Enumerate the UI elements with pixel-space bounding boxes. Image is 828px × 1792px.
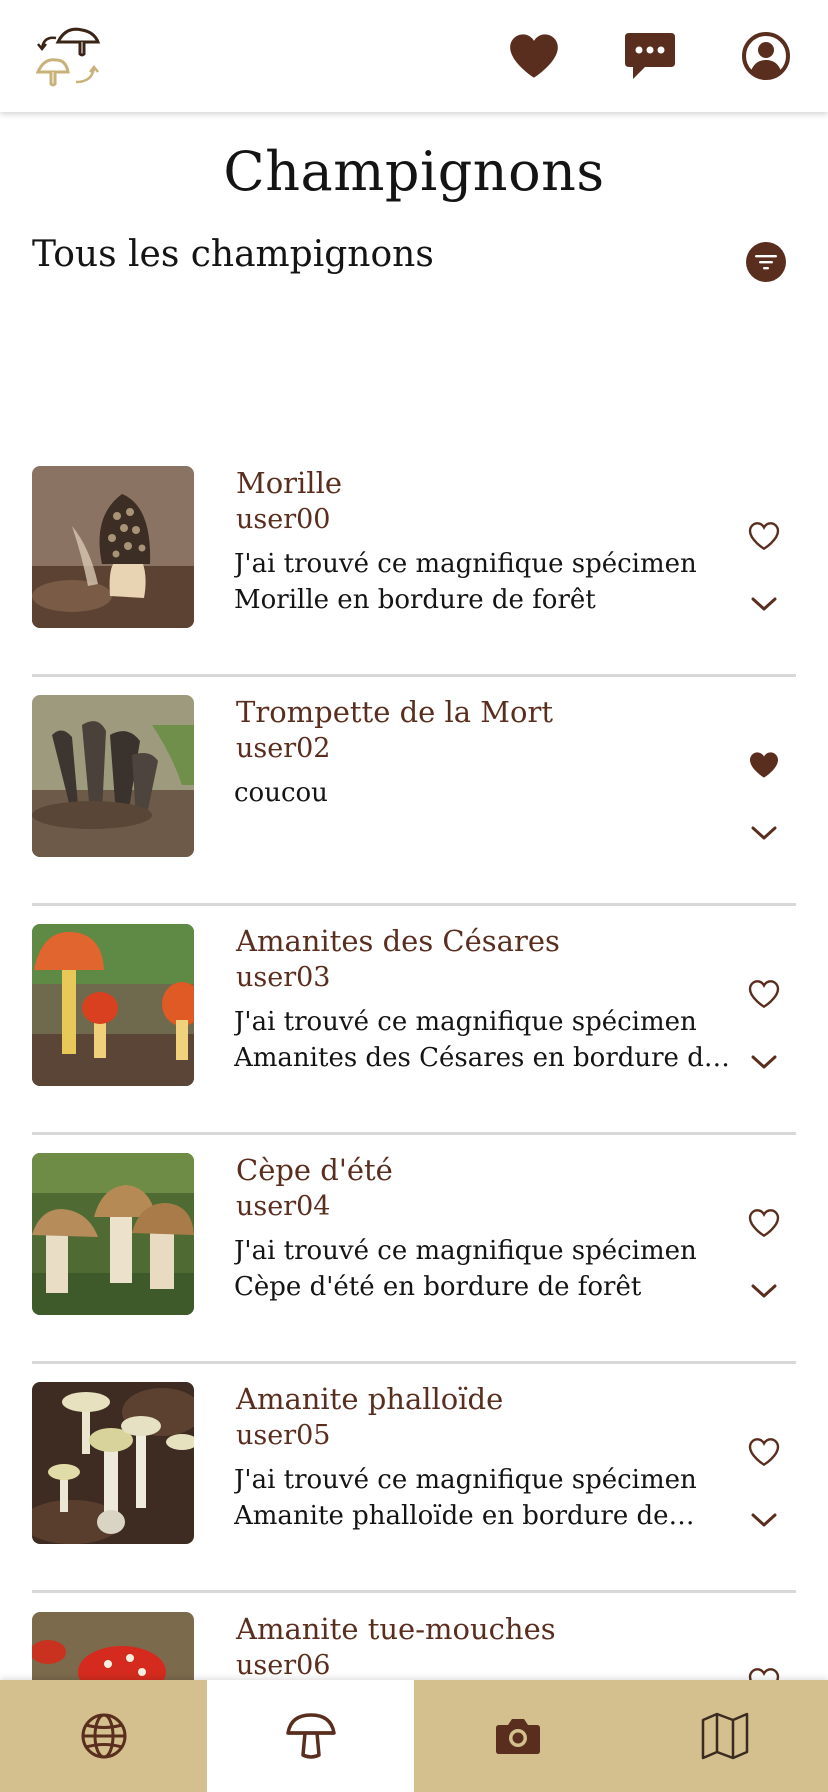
nav-camera[interactable]	[414, 1680, 621, 1792]
messages-button[interactable]	[622, 28, 678, 84]
app-header	[0, 0, 828, 112]
chevron-down-icon	[751, 1055, 777, 1069]
mushroom-description: J'ai trouvé ce magnifique spécimen Amani…	[234, 1465, 697, 1531]
chat-bubble-icon	[625, 33, 675, 79]
chevron-down-icon	[751, 597, 777, 611]
like-button[interactable]	[744, 745, 784, 785]
nav-map[interactable]	[621, 1680, 828, 1792]
mushroom-author: user00	[236, 504, 331, 535]
mushroom-icon	[285, 1713, 336, 1759]
nav-globe[interactable]	[0, 1680, 207, 1792]
mushroom-description: J'ai trouvé ce magnifique spécimen Cèpe …	[234, 1236, 697, 1302]
globe-icon	[81, 1713, 126, 1759]
list-item[interactable]: Trompette de la Mort user02 coucou	[32, 695, 796, 924]
camera-icon	[495, 1719, 540, 1754]
divider	[32, 903, 796, 906]
mushroom-photo	[32, 466, 194, 628]
heart-outline-icon	[748, 1438, 780, 1467]
mushroom-photo	[32, 1153, 194, 1315]
mushroom-description: J'ai trouvé ce magnifique spécimen Moril…	[234, 549, 697, 615]
heart-outline-icon	[748, 522, 780, 551]
mushroom-name: Amanites des Césares	[236, 924, 560, 958]
heart-filled-icon	[510, 34, 558, 78]
mushroom-name: Cèpe d'été	[236, 1153, 393, 1187]
list-item[interactable]: Cèpe d'été user04 J'ai trouvé ce magnifi…	[32, 1153, 796, 1382]
heart-filled-icon	[750, 752, 778, 778]
expand-button[interactable]	[744, 586, 784, 622]
map-icon	[701, 1712, 748, 1760]
like-button[interactable]	[744, 1203, 784, 1243]
mushroom-photo	[32, 924, 194, 1086]
divider	[32, 1132, 796, 1135]
user-circle-icon	[742, 32, 790, 80]
list-item[interactable]: Morille user00 J'ai trouvé ce magnifique…	[32, 466, 796, 695]
like-button[interactable]	[744, 974, 784, 1014]
mushroom-author: user02	[236, 733, 331, 764]
chevron-down-icon	[751, 826, 777, 840]
mushroom-name: Morille	[236, 466, 343, 500]
mushroom-swap-logo-icon[interactable]	[35, 24, 106, 88]
section-title: Tous les champignons	[32, 234, 434, 275]
mushroom-photo	[32, 695, 194, 857]
list-item[interactable]: Amanite phalloïde user05 J'ai trouvé ce …	[32, 1382, 796, 1611]
expand-button[interactable]	[744, 1502, 784, 1538]
mushroom-author: user03	[236, 962, 331, 993]
like-button[interactable]	[744, 516, 784, 556]
mushroom-description: J'ai trouvé ce magnifique spécimen Amani…	[234, 1007, 720, 1073]
filter-icon	[755, 255, 777, 270]
expand-button[interactable]	[744, 1273, 784, 1309]
nav-mushrooms[interactable]	[207, 1680, 414, 1792]
chevron-down-icon	[751, 1513, 777, 1527]
page-title: Champignons	[223, 140, 605, 203]
expand-button[interactable]	[744, 815, 784, 851]
filter-button[interactable]	[746, 242, 786, 282]
mushroom-name: Amanite tue-mouches	[236, 1612, 556, 1646]
mushroom-description: coucou	[234, 778, 328, 808]
list-item[interactable]: Amanites des Césares user03 J'ai trouvé …	[32, 924, 796, 1153]
mushroom-name: Amanite phalloïde	[236, 1382, 504, 1416]
divider	[32, 1361, 796, 1364]
mushroom-author: user05	[236, 1420, 331, 1451]
mushroom-author: user06	[236, 1650, 331, 1681]
expand-button[interactable]	[744, 1044, 784, 1080]
bottom-nav	[0, 1680, 828, 1792]
heart-outline-icon	[748, 1209, 780, 1238]
mushroom-photo	[32, 1382, 194, 1544]
like-button[interactable]	[744, 1432, 784, 1472]
mushroom-name: Trompette de la Mort	[236, 695, 553, 729]
heart-outline-icon	[748, 980, 780, 1009]
divider	[32, 674, 796, 677]
chevron-down-icon	[751, 1284, 777, 1298]
mushroom-author: user04	[236, 1191, 331, 1222]
favorites-button[interactable]	[506, 28, 562, 84]
divider	[32, 1590, 796, 1593]
profile-button[interactable]	[738, 28, 794, 84]
